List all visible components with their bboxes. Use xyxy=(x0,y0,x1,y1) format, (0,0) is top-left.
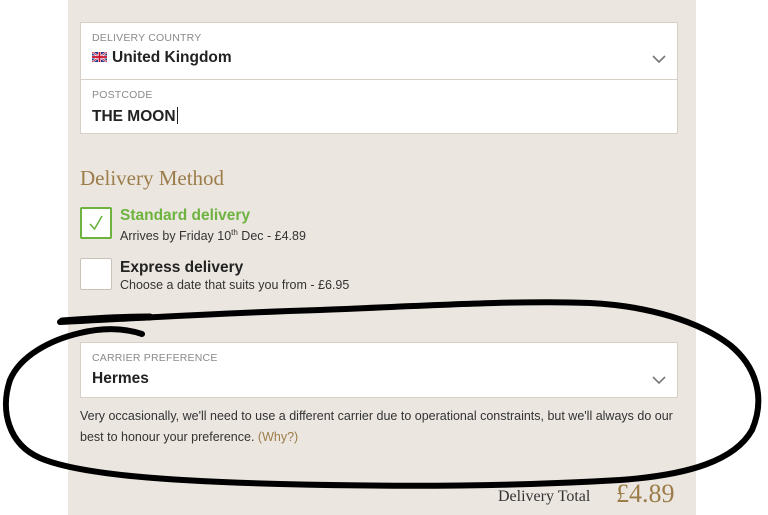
address-fields: DELIVERY COUNTRY United Kingdom POSTCODE… xyxy=(80,22,678,134)
chevron-down-icon[interactable] xyxy=(651,375,667,385)
standard-delivery-title[interactable]: Standard delivery xyxy=(120,207,250,225)
carrier-preference-value: Hermes xyxy=(92,370,149,387)
delivery-country-label: DELIVERY COUNTRY xyxy=(92,32,202,44)
delivery-method-title: Delivery Method xyxy=(80,166,225,190)
delivery-total-label: Delivery Total xyxy=(498,488,591,505)
postcode-label: POSTCODE xyxy=(92,89,153,101)
why-link[interactable]: (Why?) xyxy=(258,430,298,444)
standard-delivery-checkbox[interactable] xyxy=(80,207,112,239)
express-delivery-subtitle: Choose a date that suits you from - £6.9… xyxy=(120,278,350,292)
text-cursor xyxy=(176,107,178,124)
chevron-down-icon[interactable] xyxy=(651,54,667,64)
delivery-total-value: £4.89 xyxy=(616,479,675,508)
carrier-preference-select[interactable]: CARRIER PREFERENCE Hermes xyxy=(80,342,678,398)
delivery-country-value: United Kingdom xyxy=(112,49,232,66)
standard-delivery-subtitle: Arrives by Friday 10th Dec - £4.89 xyxy=(120,228,306,244)
checkmark-icon xyxy=(89,215,103,231)
delivery-country-select[interactable]: DELIVERY COUNTRY United Kingdom xyxy=(81,23,677,79)
uk-flag-icon xyxy=(92,52,107,62)
postcode-input[interactable]: THE MOON xyxy=(92,108,176,125)
postcode-field[interactable]: POSTCODE THE MOON xyxy=(81,80,677,135)
carrier-note: Very occasionally, we'll need to use a d… xyxy=(80,409,673,444)
carrier-preference-label: CARRIER PREFERENCE xyxy=(92,352,218,364)
express-delivery-title[interactable]: Express delivery xyxy=(120,259,243,277)
express-delivery-checkbox[interactable] xyxy=(80,258,112,290)
